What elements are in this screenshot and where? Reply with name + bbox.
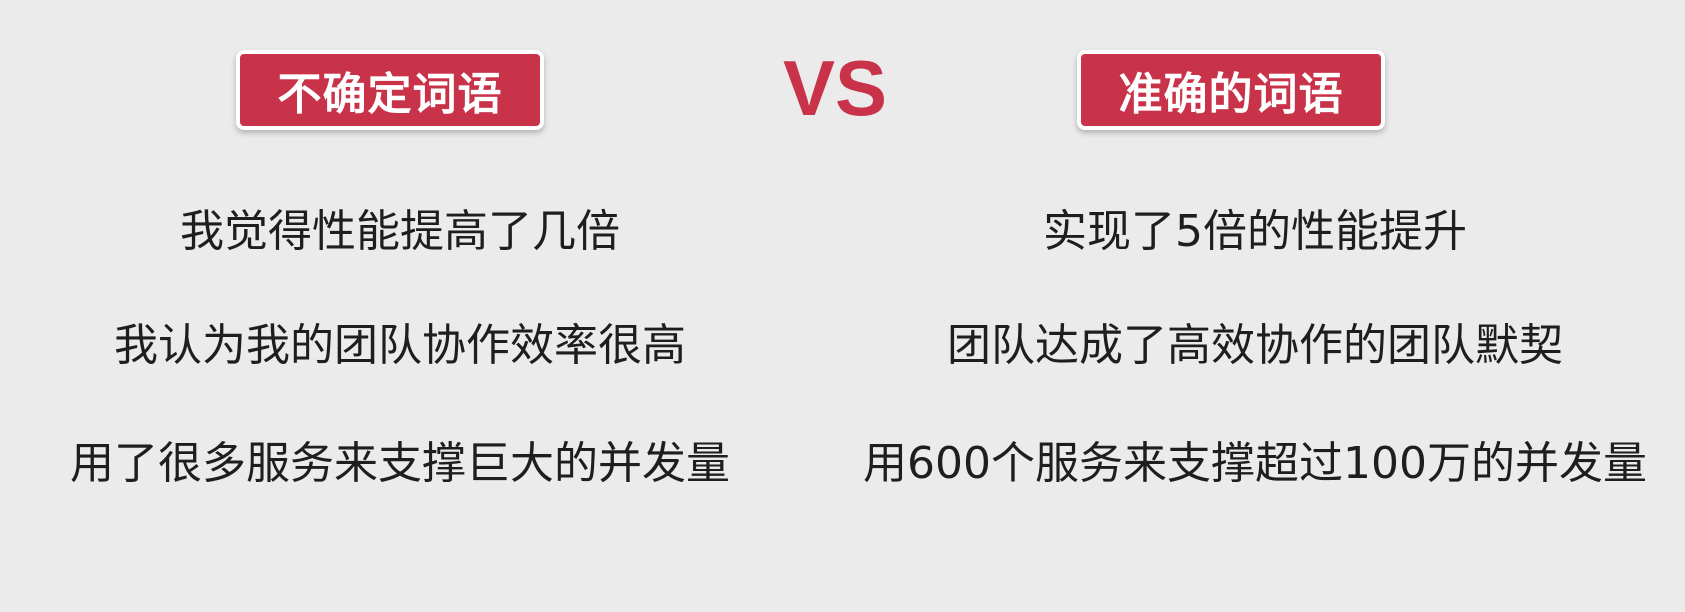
uncertain-example-3: 用了很多服务来支撑巨大的并发量 — [70, 438, 730, 489]
uncertain-example-2: 我认为我的团队协作效率很高 — [114, 320, 686, 371]
precise-example-3: 用600个服务来支撑超过100万的并发量 — [863, 438, 1647, 489]
precise-words-badge: 准确的词语 — [1077, 50, 1385, 130]
uncertain-words-badge: 不确定词语 — [236, 50, 544, 130]
vs-label: VS — [782, 43, 888, 132]
precise-example-2: 团队达成了高效协作的团队默契 — [947, 320, 1563, 371]
precise-example-1: 实现了5倍的性能提升 — [1043, 206, 1467, 257]
uncertain-example-1: 我觉得性能提高了几倍 — [180, 206, 620, 257]
